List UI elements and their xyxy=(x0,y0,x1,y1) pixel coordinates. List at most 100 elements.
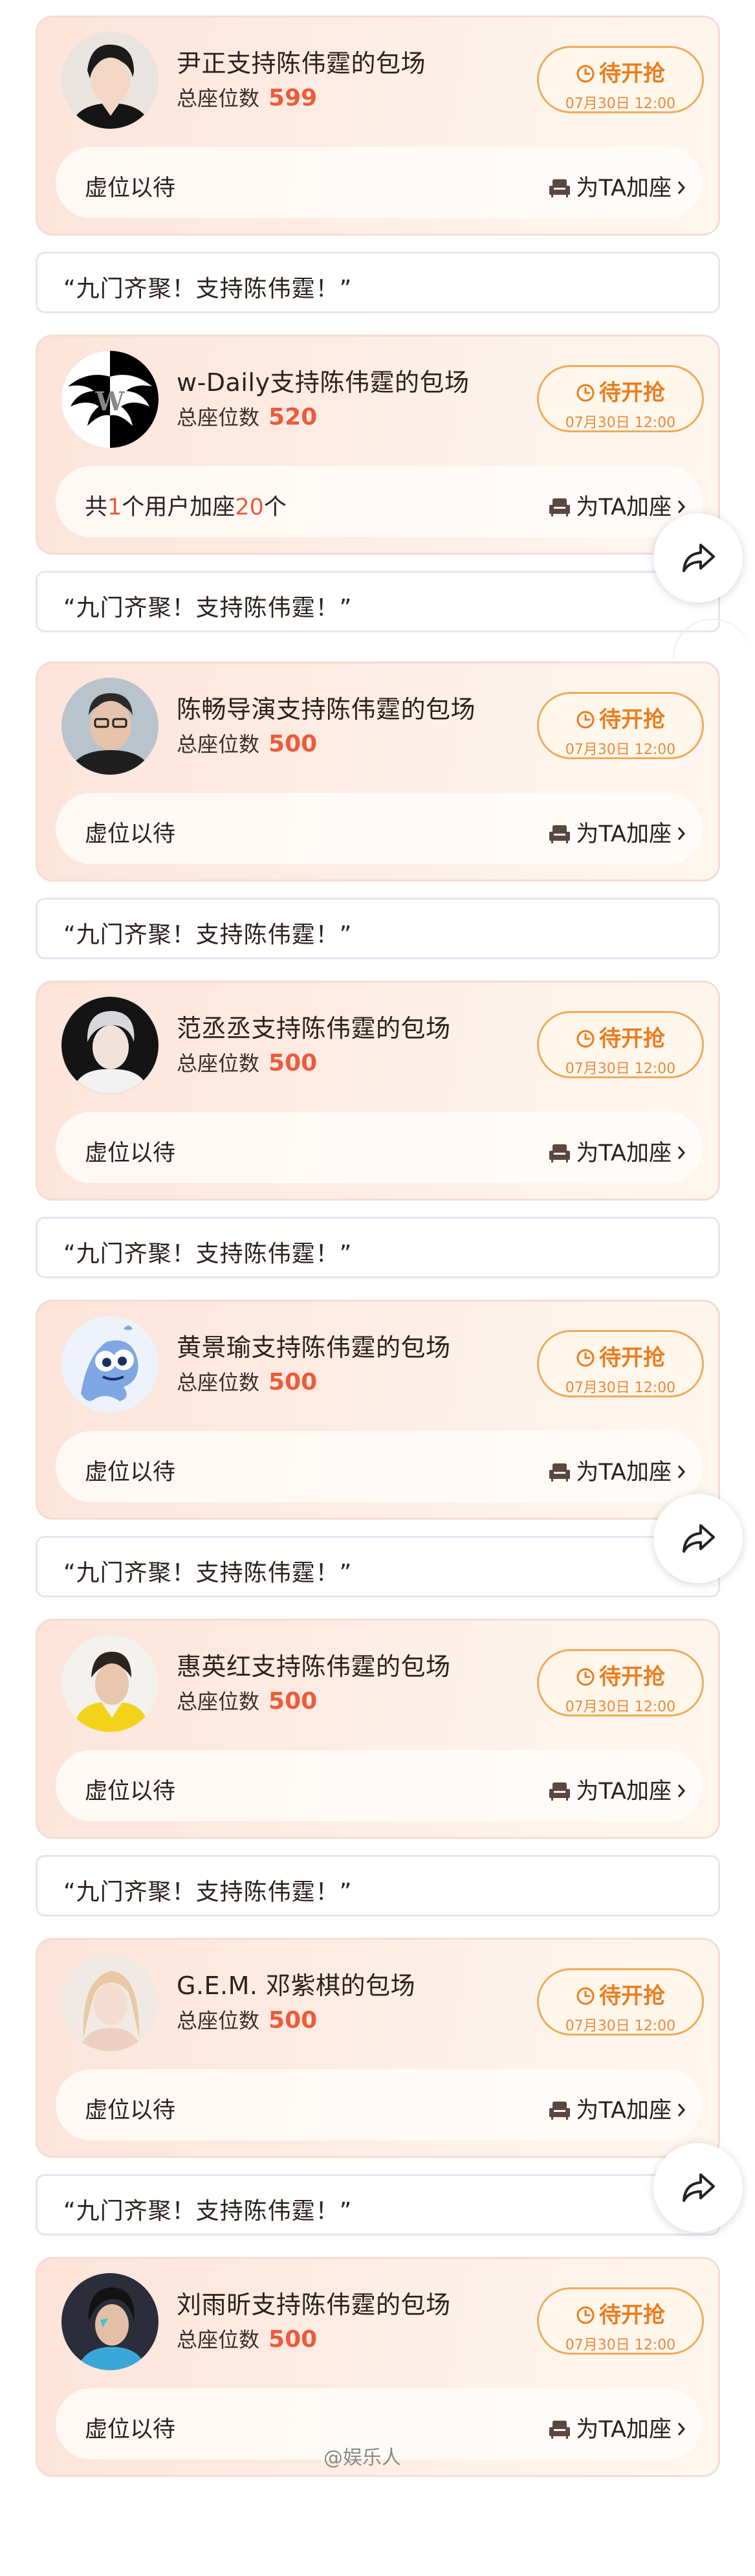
card-title: 陈畅导演支持陈伟霆的包场 xyxy=(177,695,476,724)
start-time: 07月30日 12:00 xyxy=(565,415,676,431)
status-badge[interactable]: 待开抢 07月30日 12:00 xyxy=(537,692,704,759)
add-seat-button[interactable]: 为TA加座 xyxy=(549,170,686,204)
add-seat-button[interactable]: 为TA加座 xyxy=(549,1773,686,1807)
add-seat-button[interactable]: 为TA加座 xyxy=(549,1135,686,1169)
add-seat-button[interactable]: 为TA加座 xyxy=(549,816,686,850)
avatar[interactable]: W xyxy=(61,351,159,448)
card-title: w-Daily支持陈伟霆的包场 xyxy=(177,368,470,397)
status-label: 待开抢 xyxy=(599,1983,665,2009)
seat-count: 500 xyxy=(268,1369,318,1395)
chevron-right-icon xyxy=(677,1460,686,1485)
status-badge[interactable]: 待开抢 07月30日 12:00 xyxy=(537,1330,704,1397)
add-seat-button[interactable]: 为TA加座 xyxy=(549,2411,686,2445)
avatar[interactable] xyxy=(61,997,159,1094)
added-seat-count: 20 xyxy=(235,494,264,520)
seat-total: 总座位数 500 xyxy=(177,1047,317,1077)
seat-bar: 虚位以待 为TA加座 xyxy=(56,2069,703,2140)
chevron-right-icon xyxy=(677,1779,686,1804)
status-badge[interactable]: 待开抢 07月30日 12:00 xyxy=(537,2287,704,2355)
avatar[interactable] xyxy=(61,2273,159,2370)
seat-total: 总座位数 520 xyxy=(177,401,317,431)
support-message: “九门齐聚！支持陈伟霆！” xyxy=(36,252,720,313)
seat-total: 总座位数 500 xyxy=(177,1366,317,1396)
status-badge[interactable]: 待开抢 07月30日 12:00 xyxy=(537,1649,704,1716)
seat-label: 总座位数 xyxy=(177,2008,260,2033)
status-badge[interactable]: 待开抢 07月30日 12:00 xyxy=(537,1011,704,1078)
avatar[interactable] xyxy=(61,1954,159,2051)
booking-block: W w-Daily支持陈伟霆的包场 总座位数 520 待开抢 07月30日 12:… xyxy=(0,335,755,654)
seat-bar: 虚位以待 为TA加座 xyxy=(56,147,703,218)
booking-block: 惠英红支持陈伟霆的包场 总座位数 500 待开抢 07月30日 12:00 虚位以… xyxy=(0,1619,755,1938)
seat-bar: 虚位以待 为TA加座 xyxy=(56,1112,703,1183)
booking-card[interactable]: 黄景瑜支持陈伟霆的包场 总座位数 500 待开抢 07月30日 12:00 虚位以… xyxy=(36,1300,720,1520)
avatar[interactable] xyxy=(61,1316,159,1413)
seat-label: 总座位数 xyxy=(177,405,260,430)
share-button[interactable] xyxy=(653,513,743,603)
status-badge[interactable]: 待开抢 07月30日 12:00 xyxy=(537,46,704,113)
start-time: 07月30日 12:00 xyxy=(565,742,676,758)
seat-total: 总座位数 599 xyxy=(177,82,317,112)
share-button[interactable] xyxy=(653,2143,743,2232)
booking-card[interactable]: 尹正支持陈伟霆的包场 总座位数 599 待开抢 07月30日 12:00 虚位以待… xyxy=(36,16,720,236)
seat-label: 总座位数 xyxy=(177,1051,260,1076)
start-time: 07月30日 12:00 xyxy=(565,2337,676,2353)
seat-total: 总座位数 500 xyxy=(177,2324,317,2353)
add-seat-label: 为TA加座 xyxy=(576,1779,672,1804)
status-label: 待开抢 xyxy=(599,61,665,87)
status-label: 待开抢 xyxy=(599,1026,665,1052)
bar-text-part: 个 xyxy=(263,494,287,520)
share-button[interactable] xyxy=(653,1494,743,1583)
card-title: 惠英红支持陈伟霆的包场 xyxy=(177,1652,451,1681)
add-seat-label: 为TA加座 xyxy=(576,1140,672,1166)
booking-block: 陈畅导演支持陈伟霆的包场 总座位数 500 待开抢 07月30日 12:00 虚位… xyxy=(0,661,755,981)
seat-count: 500 xyxy=(268,731,318,757)
avatar[interactable] xyxy=(61,1635,159,1732)
chevron-right-icon xyxy=(677,175,686,201)
watermark: @娱乐人 xyxy=(323,2447,401,2469)
booking-card[interactable]: W w-Daily支持陈伟霆的包场 总座位数 520 待开抢 07月30日 12:… xyxy=(36,335,720,555)
sofa-icon xyxy=(549,178,571,204)
svg-text:W: W xyxy=(95,386,126,417)
start-time: 07月30日 12:00 xyxy=(565,1061,676,1077)
message-text: “九门齐聚！支持陈伟霆！” xyxy=(63,1879,353,1905)
sofa-icon xyxy=(549,824,571,850)
add-seat-label: 为TA加座 xyxy=(576,175,672,201)
add-seat-button[interactable]: 为TA加座 xyxy=(549,489,686,523)
booking-card[interactable]: 陈畅导演支持陈伟霆的包场 总座位数 500 待开抢 07月30日 12:00 虚位… xyxy=(36,661,720,882)
seat-label: 总座位数 xyxy=(177,1370,260,1395)
chevron-right-icon xyxy=(677,2098,686,2124)
sofa-icon xyxy=(549,1143,571,1169)
add-seat-button[interactable]: 为TA加座 xyxy=(549,2092,686,2126)
status-label: 待开抢 xyxy=(599,707,665,733)
avatar[interactable] xyxy=(61,678,159,775)
bar-text: 虚位以待 xyxy=(85,1779,176,1804)
clock-icon xyxy=(576,2305,595,2331)
status-label: 待开抢 xyxy=(599,2302,665,2328)
sofa-icon xyxy=(549,2419,571,2445)
seat-label: 总座位数 xyxy=(177,2327,260,2352)
start-time: 07月30日 12:00 xyxy=(565,1699,676,1715)
seat-bar: 虚位以待 为TA加座 xyxy=(56,793,703,864)
message-text: “九门齐聚！支持陈伟霆！” xyxy=(63,922,353,948)
bar-text: 虚位以待 xyxy=(85,821,176,847)
booking-card[interactable]: 范丞丞支持陈伟霆的包场 总座位数 500 待开抢 07月30日 12:00 虚位以… xyxy=(36,981,720,1201)
sofa-icon xyxy=(549,497,571,523)
booking-block: 尹正支持陈伟霆的包场 总座位数 599 待开抢 07月30日 12:00 虚位以待… xyxy=(0,16,755,335)
message-text: “九门齐聚！支持陈伟霆！” xyxy=(63,1241,353,1267)
clock-icon xyxy=(576,1028,595,1054)
status-badge[interactable]: 待开抢 07月30日 12:00 xyxy=(537,1968,704,2036)
booking-card[interactable]: 惠英红支持陈伟霆的包场 总座位数 500 待开抢 07月30日 12:00 虚位以… xyxy=(36,1619,720,1839)
booking-block: 刘雨昕支持陈伟霆的包场 总座位数 500 待开抢 07月30日 12:00 虚位以… xyxy=(0,2257,755,2576)
bar-text-part: 共 xyxy=(85,494,108,520)
seat-count: 500 xyxy=(268,2007,318,2034)
clock-icon xyxy=(576,1348,595,1373)
bar-text: 虚位以待 xyxy=(85,175,176,201)
booking-card[interactable]: G.E.M. 邓紫棋的包场 总座位数 500 待开抢 07月30日 12:00 虚… xyxy=(36,1938,720,2158)
bar-text-part: 个用户加座 xyxy=(122,494,235,520)
message-text: “九门齐聚！支持陈伟霆！” xyxy=(63,276,353,302)
clock-icon xyxy=(576,709,595,735)
add-seat-button[interactable]: 为TA加座 xyxy=(549,1454,686,1488)
avatar[interactable] xyxy=(61,32,159,129)
chevron-right-icon xyxy=(677,1140,686,1166)
status-badge[interactable]: 待开抢 07月30日 12:00 xyxy=(537,365,704,432)
